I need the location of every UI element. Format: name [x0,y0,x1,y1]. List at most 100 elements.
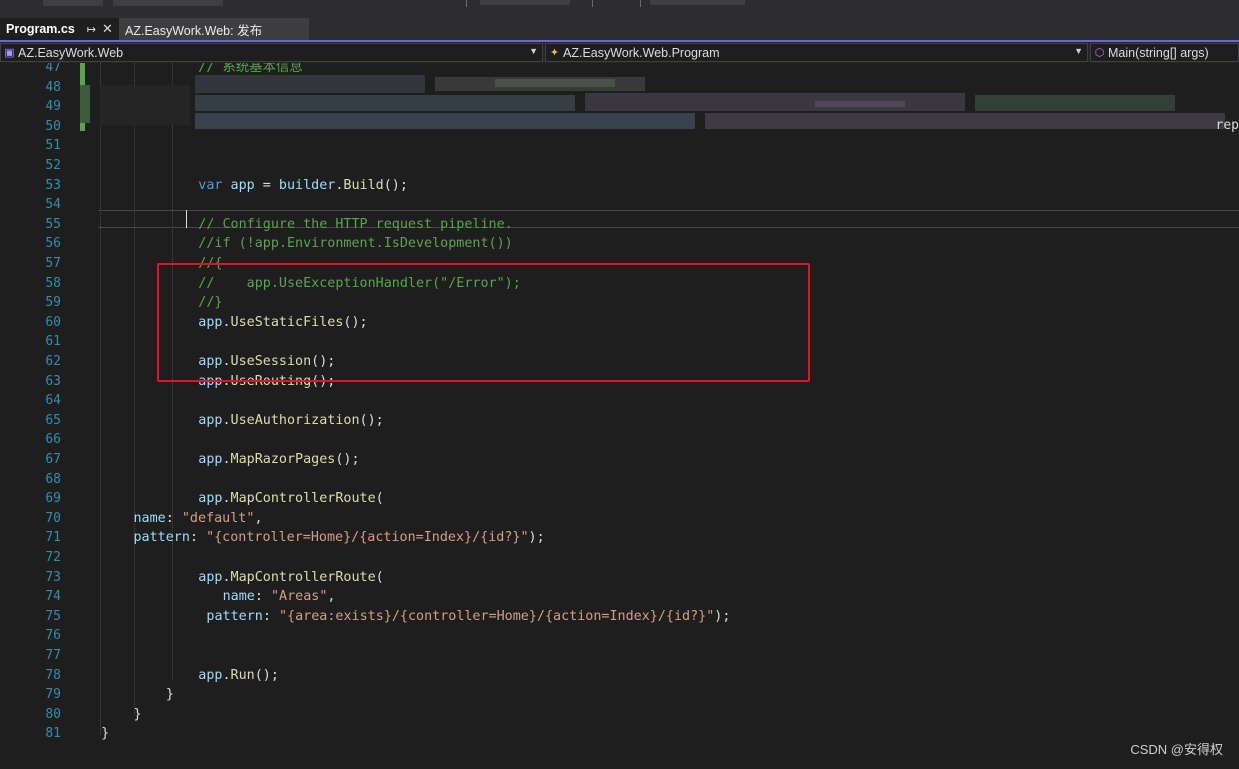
watermark: CSDN @安得权 [1130,742,1223,757]
overflow-text: rep [1215,118,1239,133]
code-line[interactable]: 75 pattern: "{area:exists}/{controller=Ho… [0,607,1239,627]
code-token: pattern [206,608,263,624]
code-token: // 系统基本信息 [198,63,303,75]
member-name: Main(string[] args) [1108,45,1209,60]
line-number: 65 [45,412,61,428]
code-line[interactable]: 76 [0,626,1239,646]
code-line[interactable]: 67 app.MapRazorPages(); [0,450,1239,470]
tab-publish[interactable]: AZ.EasyWork.Web: 发布 [119,18,309,40]
code-line[interactable]: 77 [0,646,1239,666]
code-text: //if (!app.Environment.IsDevelopment()) [198,234,512,254]
line-number: 58 [45,275,61,291]
close-icon[interactable]: ✕ [102,21,113,37]
class-icon: ✦ [549,47,560,59]
code-token: Build [343,177,384,193]
code-line[interactable]: 79} [0,685,1239,705]
obscured-region [195,75,1239,131]
line-number: 71 [45,530,61,546]
pin-icon[interactable]: ↦ [87,23,96,36]
line-number: 62 [45,354,61,369]
toolbar-separator [466,0,467,7]
code-token: "{area:exists}/{controller=Home}/{action… [278,608,715,624]
code-text: app.MapControllerRoute( [198,568,383,588]
code-line[interactable]: 53 var app = builder.Build(); [0,176,1239,196]
code-text: app.Run(); [198,666,279,686]
line-number: 80 [45,706,61,722]
code-token: . [222,569,231,585]
code-line[interactable]: 73 app.MapControllerRoute( [0,568,1239,588]
code-token: } [101,726,110,742]
toolbar-strip [0,0,1239,18]
code-token: } [133,706,142,722]
code-token: } [165,687,174,703]
code-line[interactable]: 72 [0,548,1239,568]
code-token: (); [335,452,360,467]
code-text: name: "Areas", [223,587,336,607]
line-number: 54 [45,197,61,213]
code-token: app [198,491,223,507]
tab-label: Program.cs [6,22,75,36]
line-number: 79 [45,687,61,703]
member-dropdown[interactable]: ⬡ Main(string[] args) [1090,43,1239,62]
code-token: ( [375,491,384,507]
code-line[interactable]: 70 name: "default", [0,509,1239,529]
code-line[interactable]: 69 app.MapControllerRoute( [0,489,1239,509]
code-token: MapControllerRoute [230,491,376,507]
toolbar-fragment [113,0,223,6]
line-number: 56 [45,236,61,252]
code-line[interactable]: 56 //if (!app.Environment.IsDevelopment()… [0,234,1239,254]
code-token: app [198,667,223,683]
code-token: (); [359,412,384,428]
code-line[interactable]: 71 pattern: "{controller=Home}/{action=In… [0,528,1239,548]
code-token: name [133,510,166,526]
chevron-down-icon[interactable]: ▼ [1074,46,1083,56]
code-editor[interactable]: 47 // 系统基本信息 48 49 50 51 52 53 var app = builder… [0,63,1239,769]
project-name: AZ.EasyWork.Web [18,45,124,60]
code-line[interactable]: 65 app.UseAuthorization(); [0,411,1239,431]
line-number: 52 [45,158,61,173]
code-line[interactable]: 74 name: "Areas", [0,587,1239,607]
toolbar-fragment [43,0,103,6]
code-line[interactable]: 54 [0,195,1239,215]
line-number: 53 [45,177,61,193]
code-token: (); [383,177,408,193]
code-token: . [222,667,231,683]
line-number: 49 [45,99,61,115]
code-line[interactable]: 55 // Configure the HTTP request pipeline… [0,215,1239,235]
tab-label: AZ.EasyWork.Web: 发布 [125,23,263,38]
code-token: : [262,608,279,624]
code-text: } [134,705,142,725]
code-token: . [222,452,231,467]
toolbar-fragment [650,0,745,5]
code-line[interactable]: 78 app.Run(); [0,666,1239,686]
line-number: 50 [45,118,61,134]
code-line[interactable]: 68 [0,470,1239,490]
code-text: app.MapRazorPages(); [198,450,359,470]
code-token: //if (!app.Environment.IsDevelopment()) [198,236,513,252]
line-number: 55 [45,216,61,232]
line-number: 48 [45,79,61,95]
tab-program-cs[interactable]: Program.cs ↦ ✕ [0,18,119,40]
code-line[interactable]: 81} [0,724,1239,744]
line-number: 70 [45,510,61,526]
code-line[interactable]: 80} [0,705,1239,725]
line-number: 68 [45,471,61,487]
code-token: app [198,569,223,585]
code-line[interactable]: 51 [0,136,1239,156]
line-number: 63 [45,373,61,389]
document-tab-bar: Program.cs ↦ ✕ AZ.EasyWork.Web: 发布 [0,18,1239,40]
code-token: = [254,177,279,193]
line-number: 47 [45,63,61,75]
class-dropdown[interactable]: ✦ AZ.EasyWork.Web.Program ▼ [545,43,1088,62]
line-number: 61 [45,334,61,350]
line-number: 60 [45,314,61,330]
code-text: name: "default", [134,509,263,529]
code-line[interactable]: 66 [0,430,1239,450]
line-number: 59 [45,295,61,311]
code-token: ); [528,530,545,546]
project-dropdown[interactable]: ▣ AZ.EasyWork.Web ▼ [0,43,543,62]
code-line[interactable]: 64 [0,391,1239,411]
code-line[interactable]: 52 [0,156,1239,176]
chevron-down-icon[interactable]: ▼ [529,46,538,56]
code-token: MapRazorPages [230,452,336,467]
